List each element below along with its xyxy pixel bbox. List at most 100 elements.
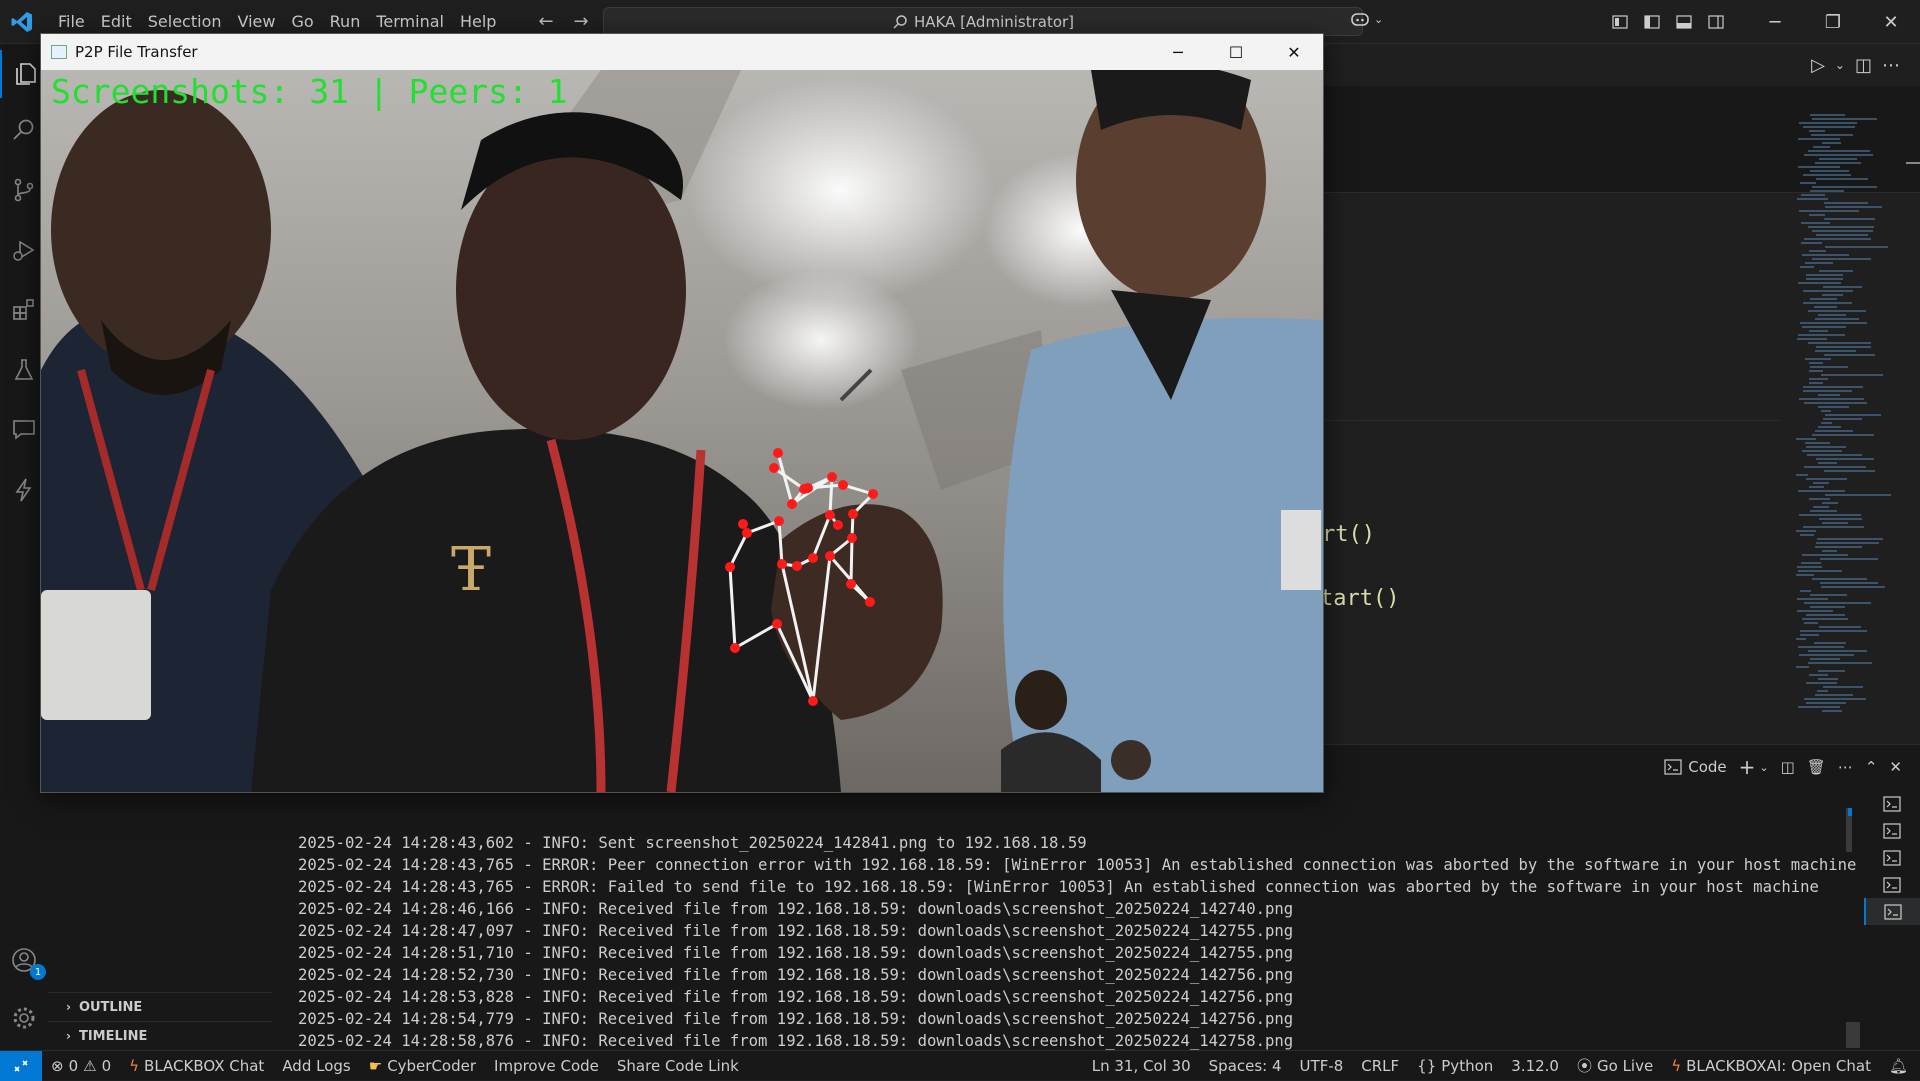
hand-landmark: [808, 553, 818, 563]
minimize-icon[interactable]: ─: [1746, 0, 1804, 44]
chevron-down-icon[interactable]: ⌄: [1759, 761, 1768, 774]
minimap-line: [1816, 458, 1874, 460]
toggle-panel-icon[interactable]: [1668, 0, 1700, 44]
blackbox-chat-button[interactable]: ϟ BLACKBOX Chat: [120, 1057, 273, 1075]
timeline-section[interactable]: › TIMELINE: [48, 1021, 272, 1050]
go-live-button[interactable]: ⦿ Go Live: [1568, 1055, 1662, 1076]
minimap-line: [1819, 270, 1853, 272]
minimap-line: [1809, 214, 1825, 216]
maximize-panel-icon[interactable]: ⌃: [1865, 758, 1878, 776]
close-icon[interactable]: ✕: [1862, 0, 1920, 44]
minimap-line: [1796, 638, 1806, 640]
hand-landmark: [827, 472, 837, 482]
hand-connection: [849, 537, 854, 585]
command-center[interactable]: HAKA [Administrator]: [603, 7, 1363, 36]
editor-scroll-marker[interactable]: [1906, 162, 1920, 164]
more-actions-icon[interactable]: ⋯: [1882, 55, 1900, 76]
minimap-line: [1825, 206, 1882, 208]
minimap-line: [1806, 274, 1843, 276]
copilot-icon: [1351, 13, 1369, 26]
cybercoder-button[interactable]: ☛ CyberCoder: [360, 1057, 485, 1075]
toggle-secondary-sidebar-icon[interactable]: [1700, 0, 1732, 44]
more-actions-icon[interactable]: ⋯: [1838, 758, 1853, 776]
p2p-close-icon[interactable]: ✕: [1265, 34, 1323, 70]
p2p-title-bar[interactable]: P2P File Transfer ─ ☐ ✕: [41, 34, 1323, 70]
terminal-scrollbar-thumb[interactable]: [1846, 1022, 1860, 1048]
terminal-instance-selected[interactable]: [1864, 898, 1920, 925]
blackboxai-open-chat-button[interactable]: ϟ BLACKBOXAI: Open Chat: [1662, 1057, 1880, 1075]
line-ending[interactable]: CRLF: [1352, 1057, 1408, 1075]
menu-help[interactable]: Help: [452, 8, 504, 35]
broadcast-icon: ⦿: [1576, 1057, 1592, 1075]
menu-view[interactable]: View: [230, 8, 284, 35]
trash-icon[interactable]: 🗑: [1807, 758, 1826, 776]
hand-landmark: [774, 516, 784, 526]
log-line: 2025-02-24 14:28:43,765 - ERROR: Failed …: [298, 878, 1819, 896]
minimap-line: [1825, 246, 1888, 248]
toggle-primary-sidebar-icon[interactable]: [1636, 0, 1668, 44]
minimap-line: [1824, 218, 1875, 220]
minimap-line: [1803, 126, 1855, 128]
notifications-bell-icon[interactable]: 🔔︎: [1880, 1057, 1920, 1075]
restore-icon[interactable]: ❐: [1804, 0, 1862, 44]
share-code-link-button[interactable]: Share Code Link: [608, 1057, 748, 1075]
menu-file[interactable]: File: [50, 8, 93, 35]
indentation[interactable]: Spaces: 4: [1200, 1057, 1291, 1075]
minimap-line: [1802, 554, 1848, 556]
minimap-line: [1812, 230, 1873, 232]
menu-go[interactable]: Go: [283, 8, 321, 35]
minimap-line: [1821, 586, 1885, 588]
back-arrow-icon[interactable]: ←: [538, 11, 553, 32]
sidebar: [48, 790, 273, 992]
terminal-tab[interactable]: Code: [1664, 758, 1727, 776]
minimap-line: [1808, 150, 1870, 152]
terminal-output[interactable]: 2025-02-24 14:28:43,602 - INFO: Sent scr…: [298, 810, 1856, 1074]
run-icon[interactable]: ▷: [1811, 55, 1825, 76]
hand-landmark: [846, 579, 856, 589]
gear-icon[interactable]: [0, 994, 48, 1042]
menu-selection[interactable]: Selection: [140, 8, 230, 35]
remote-indicator[interactable]: [0, 1050, 42, 1081]
minimap-line: [1819, 518, 1862, 520]
split-terminal-icon[interactable]: ◫: [1781, 758, 1795, 776]
minimap-line: [1804, 402, 1867, 404]
hand-landmark: [772, 619, 782, 629]
menu-terminal[interactable]: Terminal: [368, 8, 452, 35]
minimap-line: [1804, 466, 1866, 468]
terminal-instance[interactable]: [1864, 790, 1920, 817]
close-panel-icon[interactable]: ✕: [1889, 758, 1902, 776]
accounts-icon[interactable]: 1: [0, 936, 48, 984]
code-line[interactable]: tart(): [1320, 586, 1399, 611]
terminal-instance[interactable]: [1864, 817, 1920, 844]
problems-indicator[interactable]: ⊗ 0 ⚠ 0: [42, 1057, 120, 1075]
python-version[interactable]: 3.12.0: [1502, 1057, 1568, 1075]
hand-landmark: [808, 696, 818, 706]
add-logs-button[interactable]: Add Logs: [273, 1057, 359, 1075]
p2p-minimize-icon[interactable]: ─: [1149, 34, 1207, 70]
menu-run[interactable]: Run: [322, 8, 369, 35]
p2p-maximize-icon[interactable]: ☐: [1207, 34, 1265, 70]
code-line[interactable]: rt(): [1322, 522, 1375, 547]
minimap-line: [1808, 662, 1872, 664]
terminal-instance[interactable]: [1864, 871, 1920, 898]
add-terminal-icon[interactable]: +: [1739, 755, 1756, 779]
copilot-button[interactable]: ⌄: [1350, 10, 1383, 28]
menu-edit[interactable]: Edit: [93, 8, 140, 35]
minimap-line: [1798, 570, 1842, 572]
encoding[interactable]: UTF-8: [1291, 1057, 1353, 1075]
minimap-line: [1808, 226, 1874, 228]
chevron-down-icon[interactable]: ⌄: [1835, 58, 1845, 72]
terminal-instance[interactable]: [1864, 844, 1920, 871]
minimap-line: [1816, 346, 1871, 348]
hand-landmark: [825, 510, 835, 520]
language-mode[interactable]: {} Python: [1408, 1057, 1502, 1075]
split-editor-icon[interactable]: ◫: [1855, 55, 1872, 76]
minimap-line: [1806, 446, 1846, 448]
outline-section[interactable]: › OUTLINE: [48, 992, 272, 1021]
blackbox-chat-label: BLACKBOX Chat: [144, 1056, 265, 1075]
forward-arrow-icon[interactable]: →: [574, 11, 589, 32]
minimap[interactable]: [1788, 110, 1898, 750]
cursor-position[interactable]: Ln 31, Col 30: [1083, 1057, 1200, 1075]
improve-code-button[interactable]: Improve Code: [485, 1057, 608, 1075]
customize-layout-icon[interactable]: [1604, 0, 1636, 44]
